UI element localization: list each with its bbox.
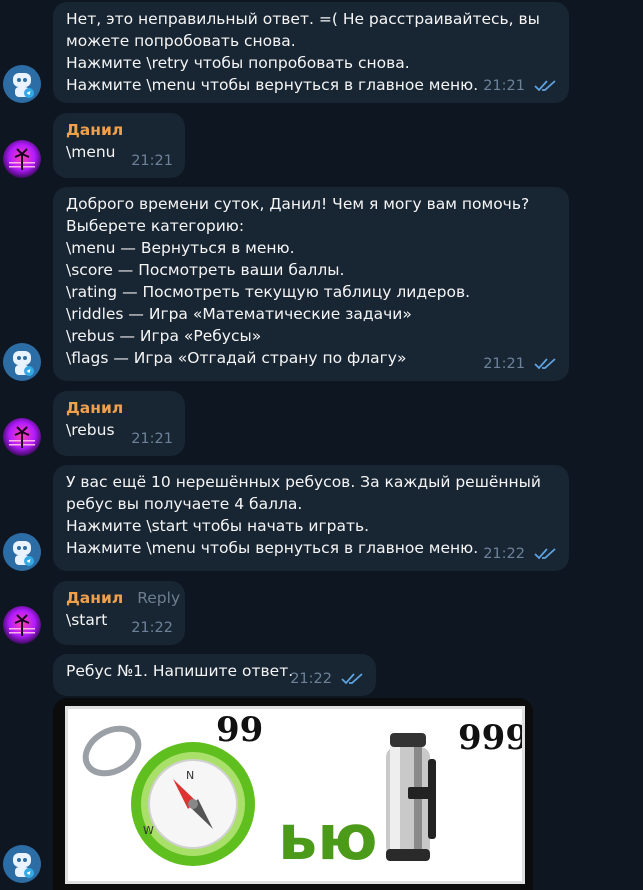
message-text: Нет, это неправильный ответ. =( Не расст… (66, 10, 540, 28)
message-time: 21:21 (131, 431, 173, 447)
rebus-image[interactable]: N W 99 999 ью (65, 706, 529, 884)
message-meta: 21:21 (483, 353, 557, 375)
rebus-mark-left: 99 (216, 710, 263, 750)
command-rating[interactable]: \rating — Посмотреть текущую таблицу лид… (66, 281, 556, 303)
message-time: 21:21 (131, 153, 173, 169)
message-time: 21:22 (483, 546, 525, 562)
read-checks-icon (534, 80, 556, 92)
user-avatar[interactable] (3, 606, 41, 644)
keyring-icon (82, 725, 142, 777)
svg-text:W: W (143, 824, 154, 837)
read-checks-icon (341, 673, 363, 685)
user-message: Данил Reply \start 21:22 (53, 581, 185, 645)
read-checks-icon (534, 358, 556, 370)
user-avatar[interactable] (3, 418, 41, 456)
message-text: Нажмите \retry чтобы попробовать снова. (66, 54, 410, 72)
message-time: 21:22 (131, 620, 173, 636)
user-avatar[interactable] (3, 140, 41, 178)
palm-sunset-icon (9, 426, 35, 448)
robot-icon (13, 853, 34, 878)
command-score[interactable]: \score — Посмотреть ваши баллы. (66, 259, 556, 281)
bot-message: У вас ещё 10 нерешённых ребусов. За кажд… (53, 465, 569, 571)
message-text: Выберете категорию: (66, 217, 245, 235)
message-meta: 21:22 (483, 543, 557, 565)
sender-name[interactable]: Данил (66, 397, 172, 419)
message-time: 21:21 (483, 78, 525, 94)
command-rebus[interactable]: \rebus — Игра «Ребусы» (66, 325, 556, 347)
user-message: Данил \rebus 21:21 (53, 391, 185, 456)
message-meta: 21:22 (290, 668, 364, 690)
bot-avatar[interactable] (3, 845, 41, 883)
message-time: 21:21 (483, 356, 525, 372)
reply-label[interactable]: Reply (137, 589, 180, 607)
bot-avatar[interactable] (3, 533, 41, 571)
sender-name[interactable]: Данил (66, 589, 123, 607)
bot-avatar[interactable] (3, 343, 41, 381)
user-message: Данил \menu 21:21 (53, 113, 185, 178)
robot-icon (13, 541, 34, 566)
rebus-letters: ью (278, 801, 377, 874)
robot-icon (13, 351, 34, 376)
message-text: можете попробовать снова. (66, 32, 296, 50)
message-text: У вас ещё 10 нерешённых ребусов. За кажд… (66, 473, 541, 491)
sender-name[interactable]: Данил (66, 119, 172, 141)
command-riddles[interactable]: \riddles — Игра «Математические задачи» (66, 303, 556, 325)
bot-message: Ребус №1. Напишите ответ. 21:22 (53, 654, 376, 696)
message-time: 21:22 (290, 671, 332, 687)
message-text: Доброго времени суток, Данил! Чем я могу… (66, 195, 530, 213)
robot-icon (13, 73, 34, 98)
palm-sunset-icon (9, 148, 35, 170)
message-meta: 21:21 (483, 75, 557, 97)
message-text: Нажмите \start чтобы начать играть. (66, 517, 370, 535)
bot-message: Доброго времени суток, Данил! Чем я могу… (53, 187, 569, 381)
svg-text:N: N (186, 769, 194, 782)
rebus-picture: N W 99 999 ью (82, 710, 529, 874)
message-meta: 21:22 (131, 617, 173, 639)
rebus-image-message[interactable]: N W 99 999 ью (53, 698, 533, 890)
sender-line: Данил Reply (66, 587, 180, 609)
read-checks-icon (534, 548, 556, 560)
bot-avatar[interactable] (3, 65, 41, 103)
message-text: ребус вы получаете 4 балла. (66, 495, 303, 513)
message-meta: 21:21 (131, 428, 173, 450)
thermos-icon (386, 733, 436, 861)
bot-message: Нет, это неправильный ответ. =( Не расст… (53, 2, 569, 103)
rebus-mark-right: 999 (458, 718, 522, 758)
palm-sunset-icon (9, 614, 35, 636)
message-meta: 21:21 (131, 150, 173, 172)
command-menu[interactable]: \menu — Вернуться в меню. (66, 237, 556, 259)
